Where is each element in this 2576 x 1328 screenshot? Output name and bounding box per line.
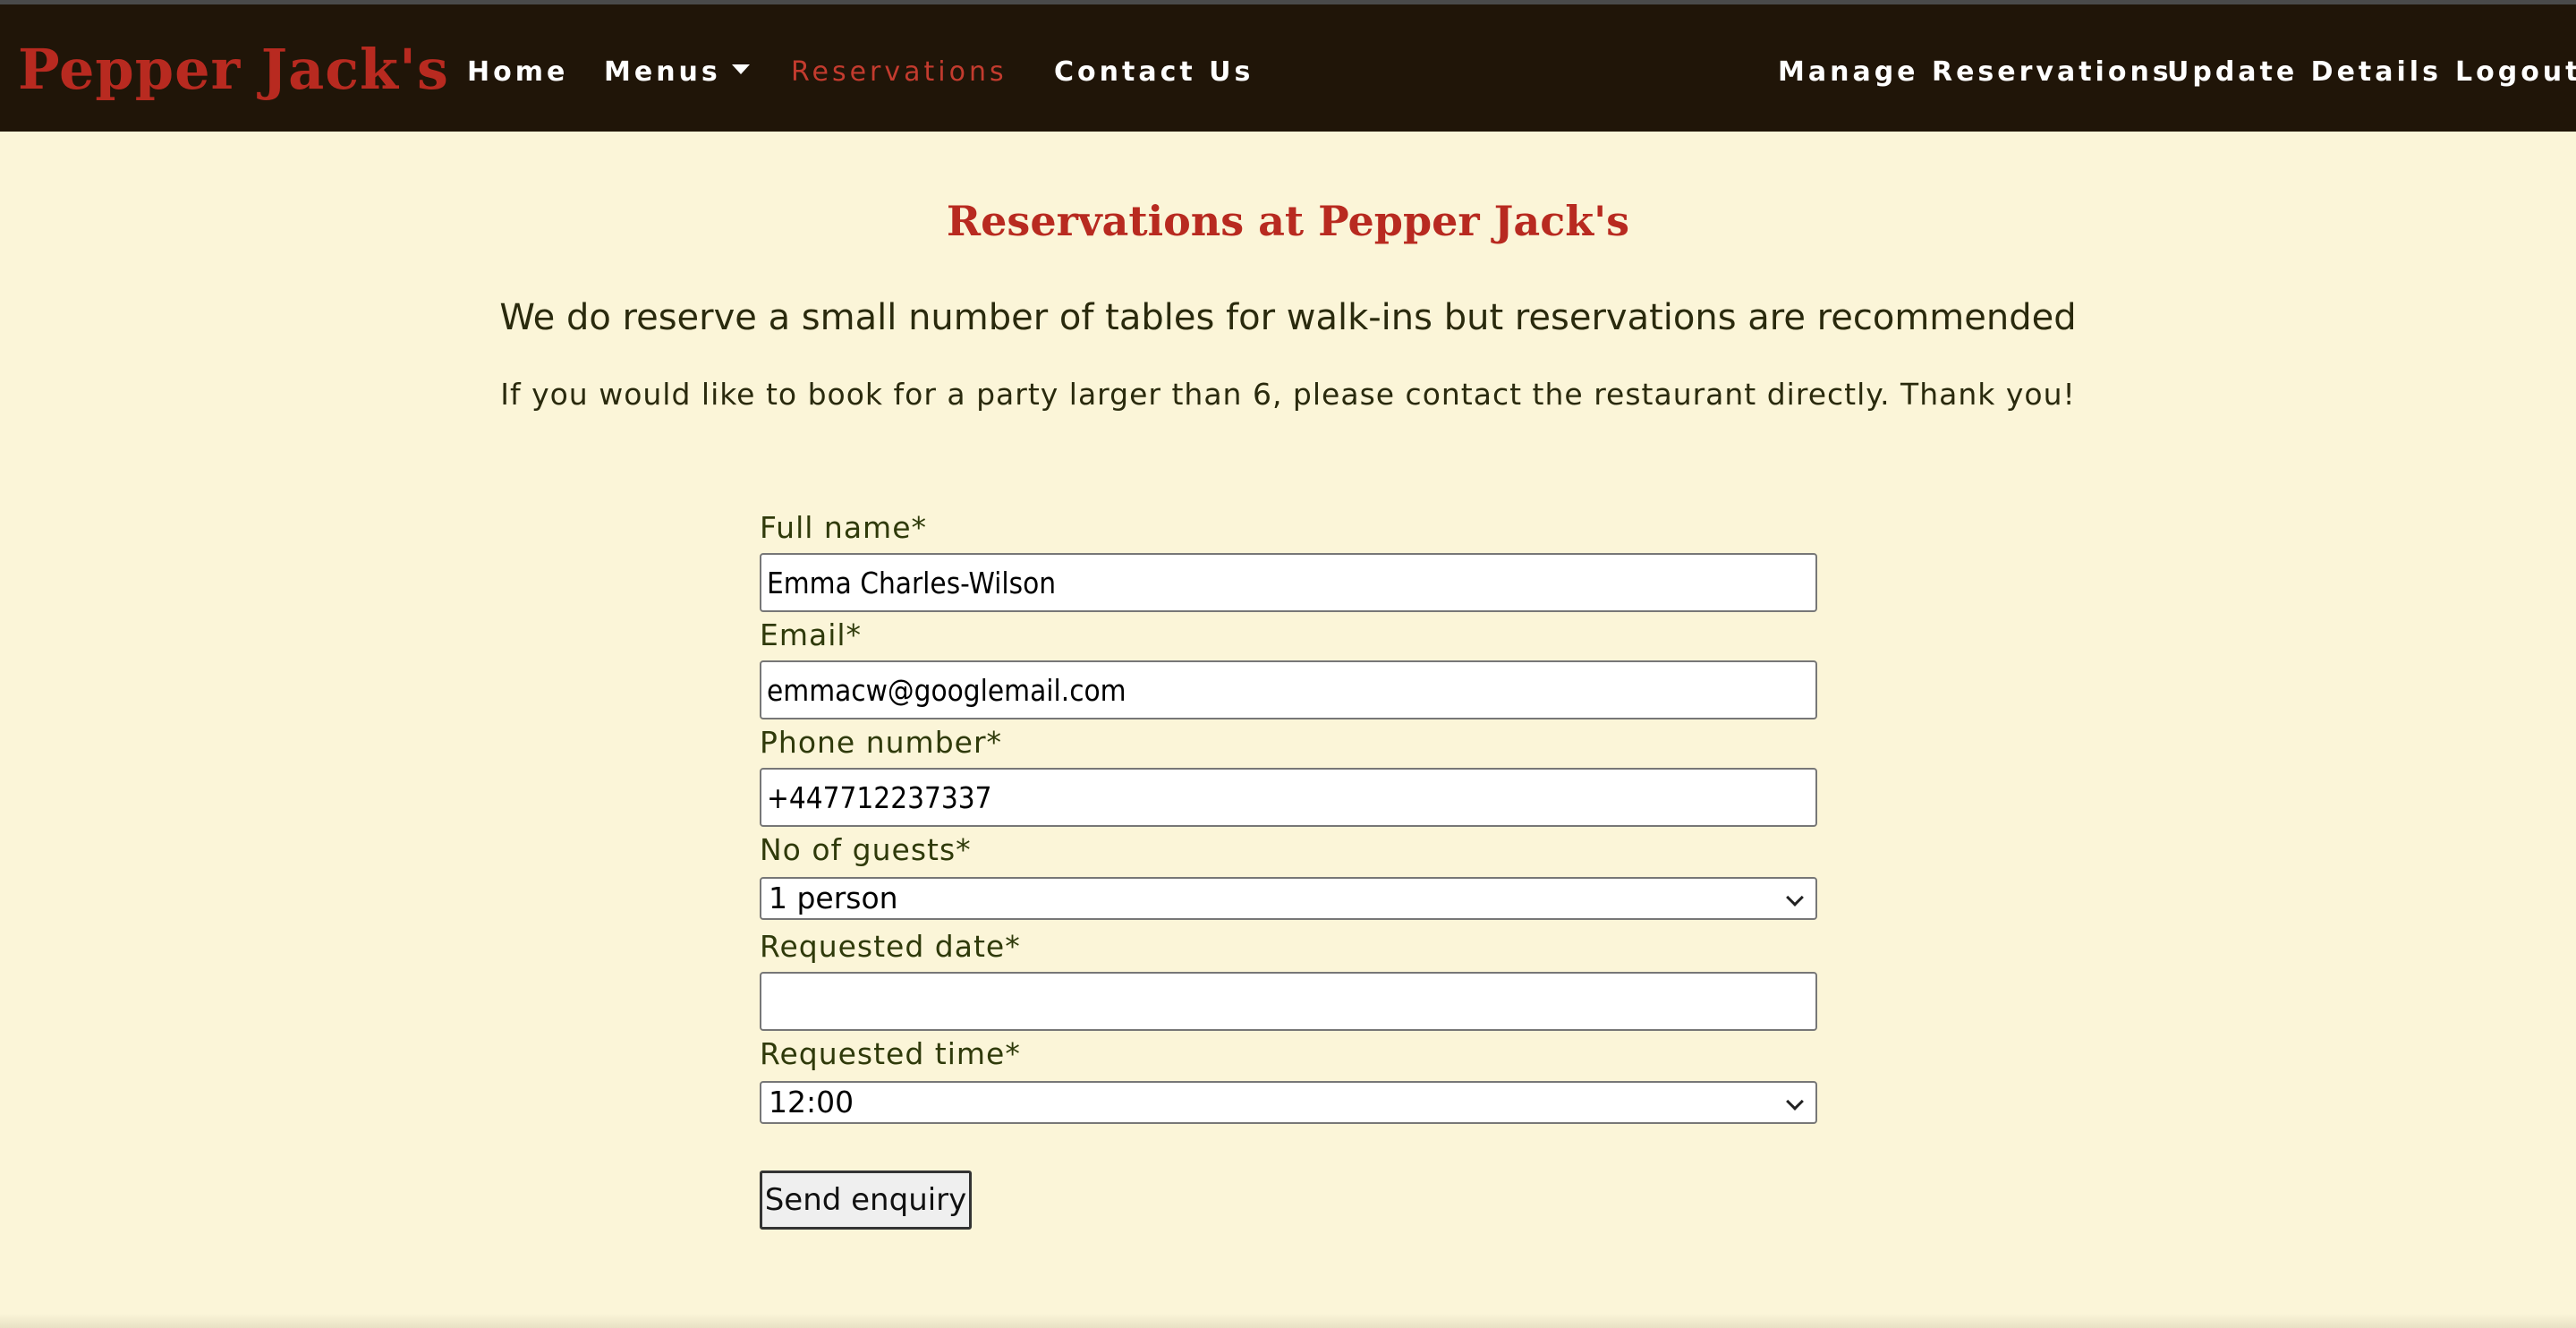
email-input[interactable] <box>760 660 1817 719</box>
phone-input[interactable] <box>760 768 1817 827</box>
guests-label: No of guests* <box>760 832 972 867</box>
chevron-down-icon <box>1786 1093 1804 1111</box>
full-name-input[interactable] <box>760 553 1817 612</box>
full-name-label: Full name* <box>760 510 928 545</box>
time-label: Requested time* <box>760 1036 1021 1071</box>
party-size-note: If you would like to book for a party la… <box>500 377 2076 412</box>
nav-manage-reservations[interactable]: Manage Reservations <box>1778 55 2172 90</box>
date-label: Requested date* <box>760 929 1021 964</box>
email-label: Email* <box>760 617 863 652</box>
page-title: Reservations at Pepper Jack's <box>946 197 1630 245</box>
page-subtitle: We do reserve a small number of tables f… <box>499 297 2077 338</box>
time-selected-value: 12:00 <box>769 1085 854 1119</box>
nav-menus-label: Menus <box>604 56 721 88</box>
send-enquiry-button[interactable]: Send enquiry <box>760 1171 972 1230</box>
navbar: Pepper Jack's Home Menus Reservations Co… <box>0 0 2576 132</box>
nav-logout[interactable]: Logout <box>2455 55 2576 90</box>
nav-contact[interactable]: Contact Us <box>1054 55 1254 90</box>
caret-down-icon <box>731 64 750 74</box>
chevron-down-icon <box>1786 889 1804 907</box>
nav-reservations[interactable]: Reservations <box>791 55 1007 90</box>
time-select[interactable]: 12:00 <box>760 1081 1817 1124</box>
guests-select[interactable]: 1 person <box>760 877 1817 920</box>
phone-label: Phone number* <box>760 725 1003 760</box>
brand-logo[interactable]: Pepper Jack's <box>18 38 449 101</box>
nav-update-details[interactable]: Update Details <box>2167 55 2442 90</box>
guests-selected-value: 1 person <box>769 881 898 915</box>
date-input[interactable] <box>760 972 1817 1031</box>
nav-home[interactable]: Home <box>467 55 568 90</box>
nav-menus[interactable]: Menus <box>604 55 750 90</box>
page-bottom-edge <box>0 1314 2576 1328</box>
